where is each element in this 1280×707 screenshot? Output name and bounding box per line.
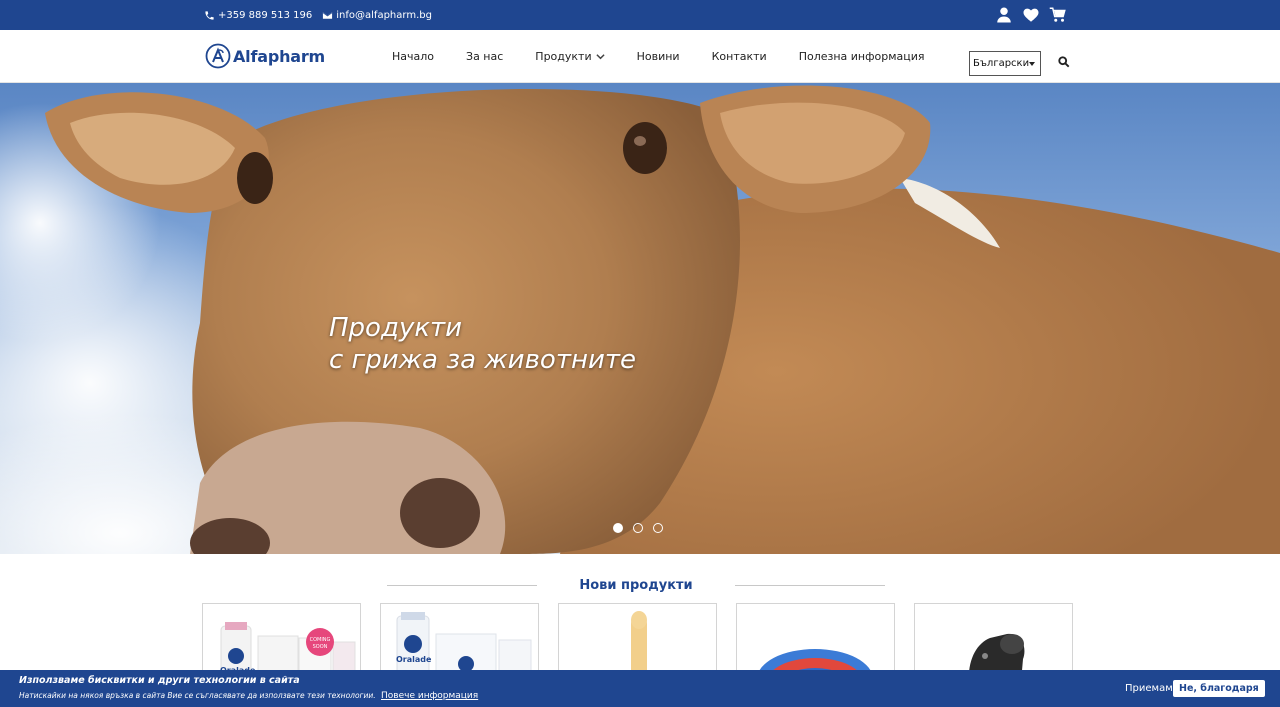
- slider-dot-1[interactable]: [613, 523, 623, 533]
- main-header: Alfapharm Начало За нас Продукти Новини …: [0, 30, 1280, 83]
- language-select[interactable]: Български: [969, 51, 1041, 76]
- hero-slider[interactable]: Продукти с грижа за животните: [0, 83, 1280, 554]
- section-title: Нови продукти: [579, 577, 693, 593]
- nav-item-useful-info[interactable]: Полезна информация: [799, 50, 925, 63]
- site-logo[interactable]: Alfapharm: [205, 43, 325, 69]
- top-tools: [995, 0, 1067, 30]
- product-name: Oralade: [396, 655, 432, 664]
- contact-info: +359 889 513 196 info@alfapharm.bg: [204, 0, 432, 30]
- wishlist-button[interactable]: [1022, 6, 1040, 24]
- heart-icon: [1023, 8, 1039, 22]
- nav-item-home[interactable]: Начало: [392, 50, 434, 63]
- hero-caption: Продукти с грижа за животните: [329, 312, 636, 376]
- hero-caption-line2: с грижа за животните: [329, 345, 636, 375]
- cookie-banner: Използваме бисквитки и други технологии …: [0, 670, 1280, 707]
- nav-item-news[interactable]: Новини: [637, 50, 680, 63]
- nav-item-contacts[interactable]: Контакти: [712, 50, 767, 63]
- phone-link[interactable]: +359 889 513 196: [204, 10, 312, 21]
- new-products-header: Нови продукти: [387, 575, 885, 595]
- caret-down-icon: [1029, 61, 1036, 66]
- cookie-title: Използваме бисквитки и други технологии …: [19, 675, 300, 686]
- account-button[interactable]: [995, 6, 1013, 24]
- cookie-text-row: Натискайки на някоя връзка в сайта Вие с…: [19, 691, 478, 701]
- top-bar: +359 889 513 196 info@alfapharm.bg: [0, 0, 1280, 30]
- user-icon: [997, 7, 1011, 23]
- search-button[interactable]: [1058, 53, 1072, 68]
- nav-item-about[interactable]: За нас: [466, 50, 503, 63]
- slider-dot-3[interactable]: [653, 523, 663, 533]
- email-address: info@alfapharm.bg: [336, 9, 432, 21]
- envelope-icon: [322, 11, 333, 19]
- cookie-decline-button[interactable]: Не, благодаря: [1173, 680, 1265, 697]
- nav-item-products[interactable]: Продукти: [535, 50, 605, 63]
- cookie-text: Натискайки на някоя връзка в сайта Вие с…: [19, 691, 376, 700]
- logo-text: Alfapharm: [233, 46, 326, 66]
- main-nav: Начало За нас Продукти Новини Контакти П…: [392, 30, 957, 83]
- alfapharm-logo-icon: [205, 43, 231, 69]
- cookie-more-info-link[interactable]: Повече информация: [381, 691, 478, 701]
- cow-hero-image: [0, 85, 1280, 554]
- coming-soon-badge-line2: SOON: [313, 644, 328, 650]
- divider-right: [734, 584, 885, 586]
- phone-icon: [205, 10, 214, 20]
- cookie-accept-button[interactable]: Приемам: [1125, 683, 1173, 694]
- language-value: Български: [973, 58, 1030, 69]
- email-link[interactable]: info@alfapharm.bg: [322, 10, 432, 21]
- cart-button[interactable]: [1049, 6, 1067, 24]
- cart-icon: [1049, 7, 1066, 22]
- slider-dots: [613, 523, 663, 533]
- phone-number: +359 889 513 196: [218, 9, 313, 21]
- hero-caption-line1: Продукти: [329, 313, 463, 343]
- search-icon: [1058, 56, 1070, 68]
- coming-soon-badge-line1: COMING: [310, 637, 331, 643]
- chevron-down-icon: [596, 54, 605, 60]
- slider-dot-2[interactable]: [633, 523, 643, 533]
- divider-left: [387, 584, 538, 586]
